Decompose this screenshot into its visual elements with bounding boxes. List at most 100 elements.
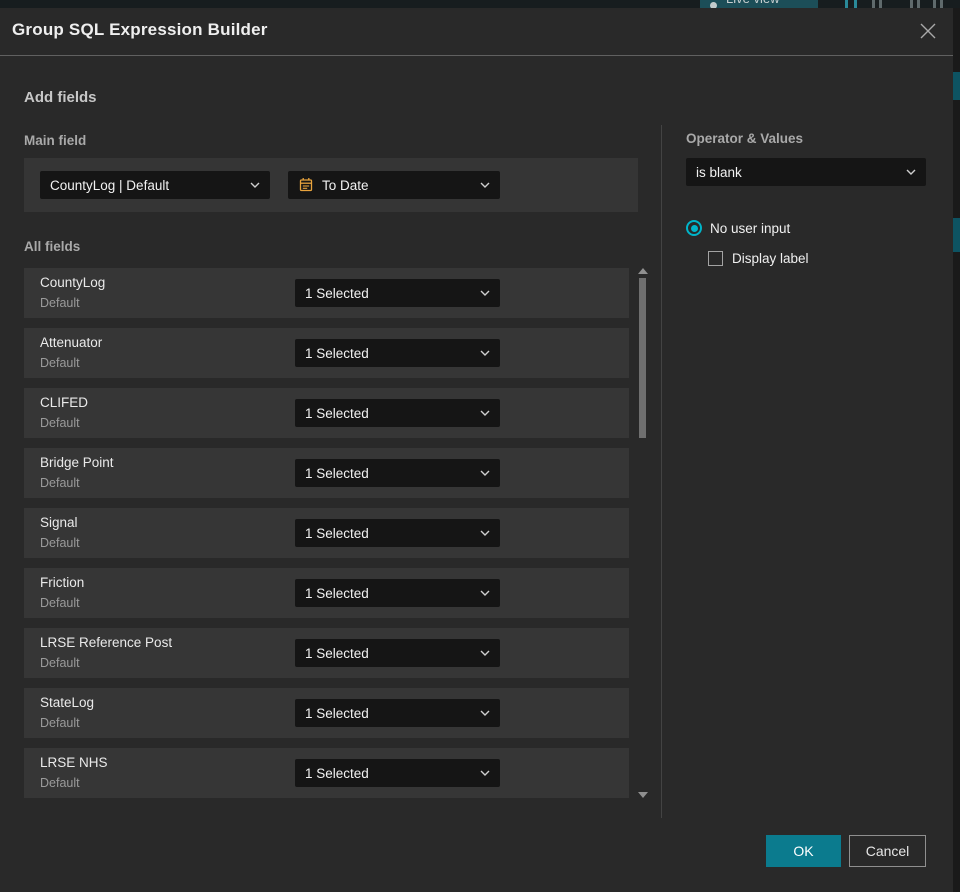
toolbar-fragment-icon	[845, 0, 848, 8]
field-name: StateLog	[40, 695, 95, 710]
scroll-down-icon[interactable]	[638, 792, 648, 798]
main-field-container: CountyLog | Default To Date	[24, 158, 638, 212]
all-fields-label: All fields	[24, 239, 81, 254]
field-selection-value: 1 Selected	[305, 285, 369, 301]
chevron-down-icon	[480, 530, 490, 536]
field-selection-dropdown[interactable]: 1 Selected	[295, 339, 500, 367]
field-selection-dropdown[interactable]: 1 Selected	[295, 759, 500, 787]
main-field-dropdown-value: CountyLog | Default	[50, 177, 170, 193]
panel-divider	[661, 125, 662, 818]
toolbar-fragment-icon	[854, 0, 857, 8]
screen: { "background": { "live_view_label": "Li…	[0, 0, 960, 892]
no-user-input-label: No user input	[710, 220, 791, 236]
operator-dropdown[interactable]: is blank	[686, 158, 926, 186]
scrollbar-thumb[interactable]	[639, 278, 646, 438]
field-row: StateLog Default 1 Selected	[24, 688, 629, 738]
background-fragment	[953, 72, 960, 100]
field-sublabel: Default	[40, 416, 80, 430]
toolbar-fragment-icon	[910, 0, 913, 8]
chevron-down-icon	[906, 169, 916, 175]
field-name: CountyLog	[40, 275, 106, 290]
field-selection-dropdown[interactable]: 1 Selected	[295, 519, 500, 547]
chevron-down-icon	[480, 650, 490, 656]
field-sublabel: Default	[40, 776, 80, 790]
field-selection-value: 1 Selected	[305, 705, 369, 721]
field-name: CLIFED	[40, 395, 89, 410]
field-selection-value: 1 Selected	[305, 525, 369, 541]
scroll-up-icon[interactable]	[638, 268, 648, 274]
field-sublabel: Default	[40, 536, 80, 550]
calendar-date-icon	[298, 177, 314, 193]
field-row: Bridge Point Default 1 Selected	[24, 448, 629, 498]
field-name: Attenuator	[40, 335, 103, 350]
all-fields-list: CountyLog Default 1 Selected Attenuator …	[24, 268, 629, 798]
field-row: Signal Default 1 Selected	[24, 508, 629, 558]
field-row: CountyLog Default 1 Selected	[24, 268, 629, 318]
display-label-checkbox[interactable]	[708, 251, 723, 266]
close-icon	[919, 22, 937, 43]
field-row: Attenuator Default 1 Selected	[24, 328, 629, 378]
field-name: LRSE NHS	[40, 755, 108, 770]
scrollbar[interactable]	[637, 266, 649, 800]
no-user-input-radio[interactable]	[686, 220, 702, 236]
cancel-button[interactable]: Cancel	[849, 835, 926, 867]
dialog-titlebar: Group SQL Expression Builder	[0, 8, 953, 56]
chevron-down-icon	[480, 290, 490, 296]
main-field-dropdown[interactable]: CountyLog | Default	[40, 171, 270, 199]
toolbar-fragment-icon	[872, 0, 875, 8]
field-row: LRSE Reference Post Default 1 Selected	[24, 628, 629, 678]
field-selection-value: 1 Selected	[305, 345, 369, 361]
chevron-down-icon	[480, 410, 490, 416]
toolbar-fragment-icon	[917, 0, 920, 8]
chevron-down-icon	[480, 590, 490, 596]
chevron-down-icon	[480, 182, 490, 188]
field-sublabel: Default	[40, 656, 80, 670]
field-selection-dropdown[interactable]: 1 Selected	[295, 399, 500, 427]
field-selection-value: 1 Selected	[305, 405, 369, 421]
chevron-down-icon	[480, 470, 490, 476]
field-name: Bridge Point	[40, 455, 114, 470]
chevron-down-icon	[480, 350, 490, 356]
field-selection-value: 1 Selected	[305, 645, 369, 661]
field-selection-value: 1 Selected	[305, 465, 369, 481]
background-fragment	[953, 218, 960, 252]
main-field-label: Main field	[24, 133, 87, 148]
field-sublabel: Default	[40, 356, 80, 370]
field-selection-dropdown[interactable]: 1 Selected	[295, 579, 500, 607]
field-name: Friction	[40, 575, 85, 590]
live-view-label: Live view	[726, 0, 779, 6]
operator-dropdown-value: is blank	[696, 164, 742, 180]
toolbar-fragment-icon	[933, 0, 936, 8]
field-name: Signal	[40, 515, 78, 530]
close-button[interactable]	[915, 19, 941, 45]
field-row: Friction Default 1 Selected	[24, 568, 629, 618]
group-sql-expression-builder-dialog: Group SQL Expression Builder Add fields …	[0, 8, 953, 892]
main-field-date-dropdown[interactable]: To Date	[288, 171, 500, 199]
field-sublabel: Default	[40, 596, 80, 610]
field-selection-dropdown[interactable]: 1 Selected	[295, 639, 500, 667]
live-view-button[interactable]: Live view	[700, 0, 818, 8]
no-user-input-option[interactable]: No user input	[686, 220, 790, 236]
field-selection-dropdown[interactable]: 1 Selected	[295, 279, 500, 307]
field-name: LRSE Reference Post	[40, 635, 173, 650]
field-row: LRSE NHS Default 1 Selected	[24, 748, 629, 798]
chevron-down-icon	[480, 710, 490, 716]
chevron-down-icon	[250, 182, 260, 188]
toolbar-fragment-icon	[940, 0, 943, 8]
radio-dot-icon	[690, 224, 698, 232]
field-selection-dropdown[interactable]: 1 Selected	[295, 699, 500, 727]
background-right-sliver	[953, 8, 960, 892]
dialog-title: Group SQL Expression Builder	[12, 20, 268, 39]
display-label-label: Display label	[732, 251, 809, 266]
ok-button[interactable]: OK	[766, 835, 841, 867]
chevron-down-icon	[480, 770, 490, 776]
field-row: CLIFED Default 1 Selected	[24, 388, 629, 438]
field-sublabel: Default	[40, 476, 80, 490]
main-field-date-value: To Date	[322, 177, 369, 193]
field-selection-value: 1 Selected	[305, 585, 369, 601]
field-sublabel: Default	[40, 716, 80, 730]
field-selection-value: 1 Selected	[305, 765, 369, 781]
display-label-option[interactable]: Display label	[708, 251, 809, 266]
field-selection-dropdown[interactable]: 1 Selected	[295, 459, 500, 487]
operator-values-heading: Operator & Values	[686, 131, 804, 146]
